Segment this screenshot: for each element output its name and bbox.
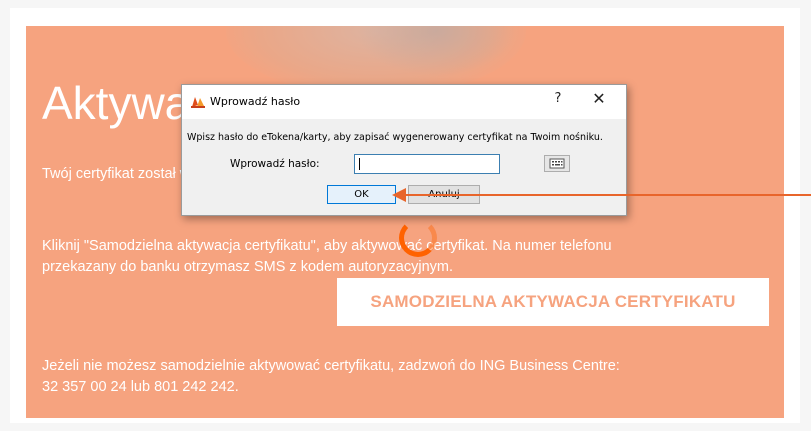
help-button[interactable]: ? <box>548 91 568 106</box>
keyboard-icon <box>549 158 565 169</box>
cancel-button[interactable]: Anuluj <box>408 185 480 204</box>
dialog-titlebar[interactable]: Wprowadź hasło ? ✕ <box>182 85 626 119</box>
instruction-text-line2: przekazany do banku otrzymasz SMS z kode… <box>42 259 453 275</box>
text-caret <box>359 158 360 170</box>
dialog-title: Wprowadź hasło <box>210 95 301 108</box>
ok-button[interactable]: OK <box>327 185 396 204</box>
instruction-text-line1: Kliknij "Samodzielna aktywacja certyfika… <box>42 238 612 254</box>
close-button[interactable]: ✕ <box>588 89 610 108</box>
help-text-line2: 32 357 00 24 lub 801 242 242. <box>42 379 239 395</box>
virtual-keyboard-button[interactable] <box>544 155 570 172</box>
password-label: Wprowadź hasło: <box>230 158 320 170</box>
password-dialog: Wprowadź hasło ? ✕ Wpisz hasło do eToken… <box>181 84 627 216</box>
app-icon <box>190 94 206 108</box>
dialog-message: Wpisz hasło do eTokena/karty, aby zapisa… <box>187 132 603 143</box>
loading-spinner <box>399 219 437 257</box>
help-text-line1: Jeżeli nie możesz samodzielnie aktywować… <box>42 358 620 374</box>
password-input[interactable] <box>354 154 500 174</box>
self-activation-button[interactable]: SAMODZIELNA AKTYWACJA CERTYFIKATU <box>337 278 769 326</box>
